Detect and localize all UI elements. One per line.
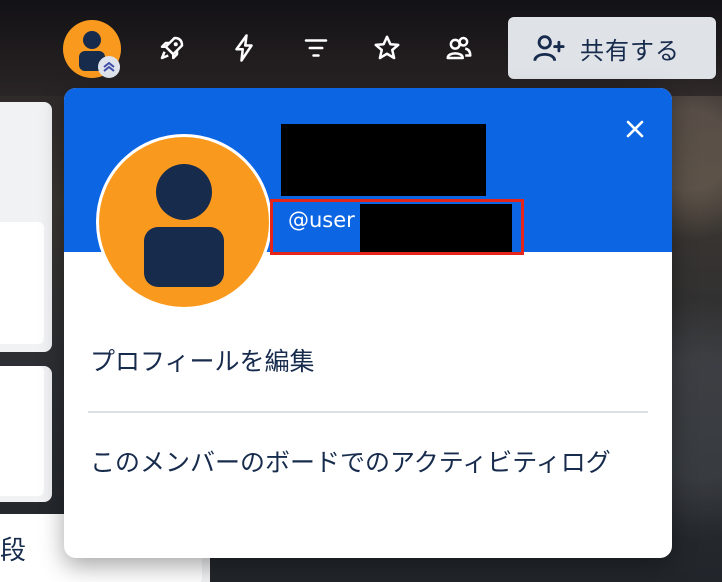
member-profile-popover: @user プロフィールを編集 このメンバーのボードでのアクティビティログ [64,88,672,558]
share-button-label: 共有する [580,36,680,65]
star-board-button[interactable] [367,28,407,68]
lightning-icon [235,34,253,62]
user-avatar-icon [144,164,224,287]
redacted-full-name [281,124,486,196]
board-card-partial-text: 段 [0,536,27,566]
team-icon [446,36,472,60]
member-avatar-large [96,134,272,310]
menu-divider [88,411,648,413]
add-user-icon [533,35,565,62]
automation-button[interactable] [224,28,264,68]
board-list-top [0,102,52,352]
filter-icon [304,39,328,57]
board-header: 共有する [0,0,722,96]
chevrons-up-icon [103,61,115,72]
share-button[interactable]: 共有する [508,17,716,79]
power-ups-button[interactable] [152,28,192,68]
board-list-middle [0,366,52,502]
workspace-visibility-button[interactable] [439,28,479,68]
edit-profile-link[interactable]: プロフィールを編集 [90,343,650,381]
member-activity-link[interactable]: このメンバーのボードでのアクティビティログ [90,444,650,482]
admin-badge [98,56,120,78]
rocket-icon [160,36,184,60]
board-card[interactable] [0,366,44,496]
board-card[interactable] [0,222,44,344]
close-popover-button[interactable] [620,114,650,144]
username-highlight-box [270,199,524,255]
filter-button[interactable] [296,28,336,68]
close-icon [626,120,644,138]
star-icon [374,35,400,60]
